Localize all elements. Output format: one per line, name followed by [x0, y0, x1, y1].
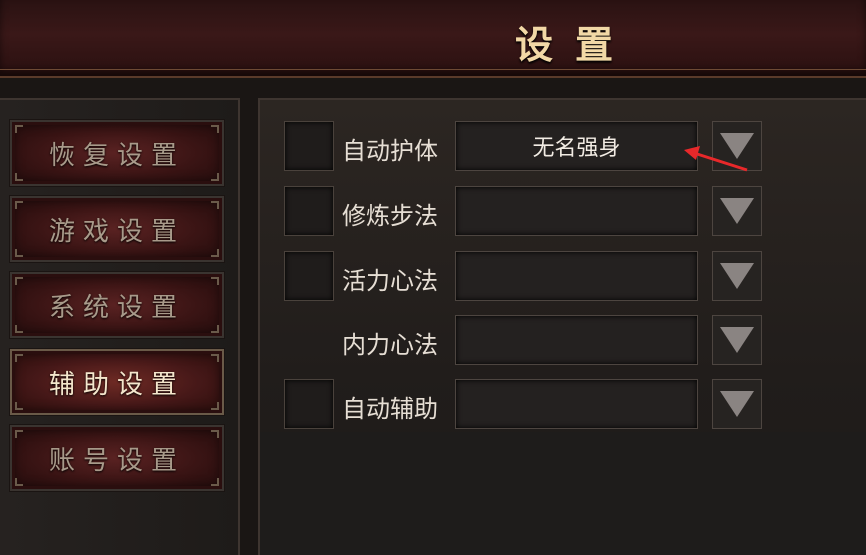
setting-label: 活力心法 [342, 267, 438, 295]
footwork-select[interactable] [455, 186, 698, 236]
setting-label: 内力心法 [342, 331, 438, 359]
setting-row-auto-protect: 自动护体 无名强身 [260, 121, 866, 173]
title-bar: 设置 [0, 0, 866, 78]
menu-recovery-settings[interactable]: 恢复设置 [9, 119, 225, 187]
auto-assist-dropdown-button[interactable] [712, 379, 762, 429]
menu-account-settings[interactable]: 账号设置 [9, 424, 225, 492]
setting-row-footwork: 修炼步法 [260, 186, 866, 238]
auto-assist-checkbox[interactable] [284, 379, 334, 429]
triangle-down-icon [720, 327, 754, 353]
setting-label: 自动护体 [342, 137, 438, 165]
footwork-dropdown-button[interactable] [712, 186, 762, 236]
auto-protect-checkbox[interactable] [284, 121, 334, 171]
setting-row-inner-power: 内力心法 [260, 315, 866, 367]
triangle-down-icon [720, 198, 754, 224]
menu-label: 辅助设置 [48, 369, 185, 400]
triangle-down-icon [720, 263, 754, 289]
assist-settings-panel: 自动护体 无名强身 修炼步法 活力心法 内力心法 自动辅助 [258, 98, 866, 555]
auto-protect-select[interactable]: 无名强身 [455, 121, 698, 171]
menu-system-settings[interactable]: 系统设置 [9, 271, 225, 339]
menu-assist-settings[interactable]: 辅助设置 [9, 348, 225, 416]
setting-label: 自动辅助 [342, 395, 438, 423]
menu-game-settings[interactable]: 游戏设置 [9, 195, 225, 263]
setting-row-vitality: 活力心法 [260, 251, 866, 303]
vitality-checkbox[interactable] [284, 251, 334, 301]
triangle-down-icon [720, 391, 754, 417]
setting-row-auto-assist: 自动辅助 [260, 379, 866, 431]
inner-power-dropdown-button[interactable] [712, 315, 762, 365]
vitality-select[interactable] [455, 251, 698, 301]
menu-label: 恢复设置 [48, 140, 185, 171]
menu-label: 账号设置 [48, 445, 185, 476]
panel-lower-area [260, 432, 866, 555]
settings-menu: 恢复设置 游戏设置 系统设置 辅助设置 账号设置 [0, 98, 240, 555]
auto-protect-dropdown-button[interactable] [712, 121, 762, 171]
footwork-checkbox[interactable] [284, 186, 334, 236]
vitality-dropdown-button[interactable] [712, 251, 762, 301]
triangle-down-icon [720, 133, 754, 159]
setting-label: 修炼步法 [342, 202, 438, 230]
menu-label: 游戏设置 [48, 216, 185, 247]
page-title: 设置 [515, 22, 636, 67]
inner-power-select[interactable] [455, 315, 698, 365]
auto-assist-select[interactable] [455, 379, 698, 429]
menu-label: 系统设置 [48, 292, 185, 323]
